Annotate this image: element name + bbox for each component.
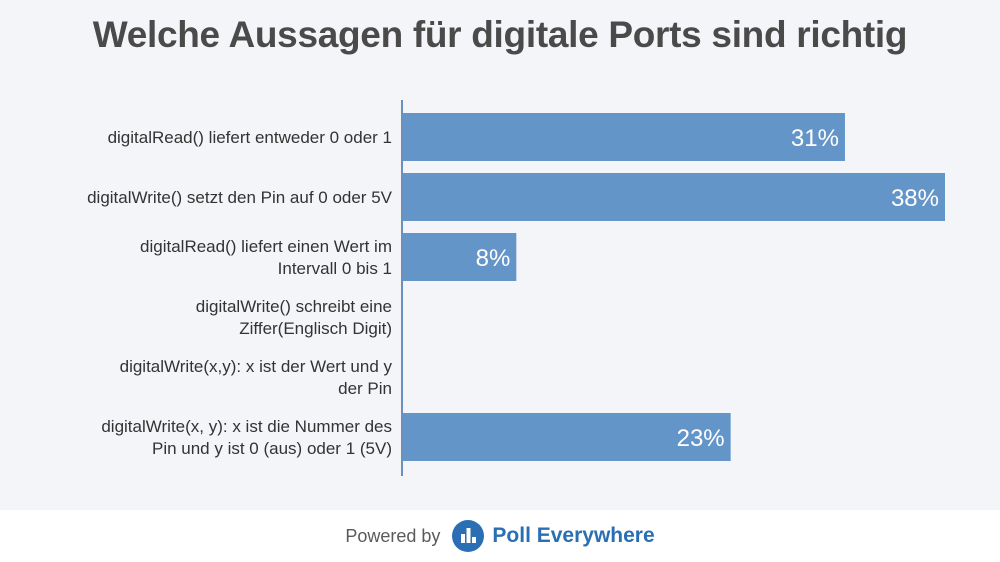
bar (402, 173, 945, 221)
category-label: digitalRead() liefert entweder 0 oder 1 (108, 128, 392, 147)
poll-everywhere-logo-icon[interactable] (452, 520, 485, 552)
data-label: 38% (891, 185, 939, 212)
category-label: digitalRead() liefert einen Wert im Inter… (140, 237, 392, 278)
category-label: digitalWrite() schreibt eine Ziffer(Engli… (196, 297, 392, 338)
data-label: 31% (791, 125, 839, 152)
bar (402, 113, 845, 161)
bar-chart: 31% digitalRead() liefert entweder 0 oder… (87, 100, 945, 476)
poll-everywhere-brand[interactable]: Poll Everywhere (492, 524, 654, 548)
powered-by-text: Powered by (345, 525, 441, 546)
category-label: digitalWrite(x,y): x ist der Wert und yd… (120, 357, 393, 398)
category-label: digitalWrite(x, y): x ist die Nummer des… (101, 417, 392, 458)
footer: Powered by Poll Everywhere (0, 510, 1000, 562)
category-label: digitalWrite() setzt den Pin auf 0 oder … (87, 188, 393, 207)
chart-title: Welche Aussagen für digitale Ports sind … (92, 14, 908, 55)
data-label: 8% (476, 245, 511, 272)
data-label: 23% (677, 425, 725, 452)
